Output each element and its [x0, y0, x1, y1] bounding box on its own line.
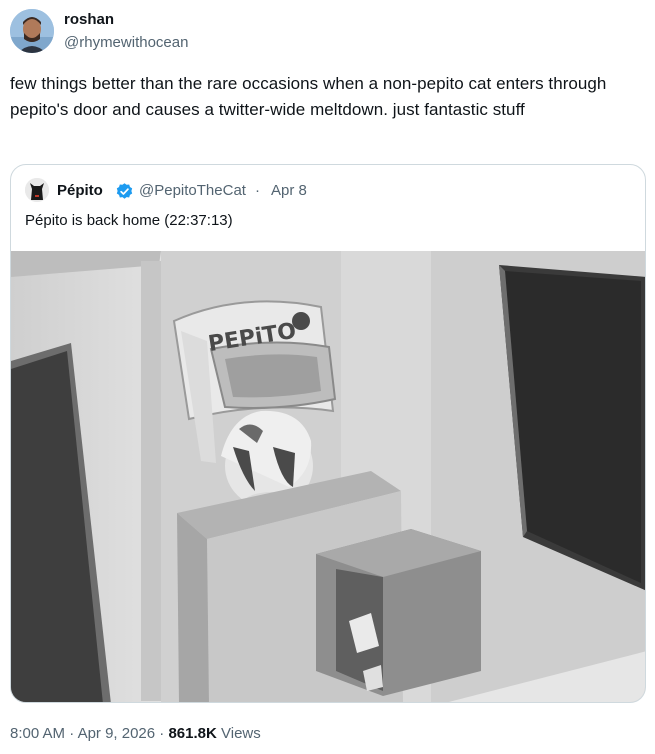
views-label: Views: [216, 725, 261, 742]
tweet-meta: 8:00 AM · Apr 9, 2026 · 861.8K Views: [10, 724, 261, 744]
quoted-author-handle[interactable]: @PepitoTheCat: [139, 181, 246, 201]
quoted-tweet-card[interactable]: Pépito @PepitoTheCat · Apr 8 Pépito is b…: [10, 164, 646, 703]
tweet-text: few things better than the rare occasion…: [10, 74, 607, 119]
tweet-date[interactable]: Apr 9, 2026: [78, 725, 156, 742]
quoted-tweet-text: Pépito is back home (22:37:13): [25, 212, 233, 229]
meta-separator: ·: [155, 725, 169, 742]
quoted-tweet-date[interactable]: Apr 8: [271, 181, 307, 201]
cat-avatar-image: [25, 178, 49, 202]
quoted-tweet-photo[interactable]: PEPiTO: [11, 251, 645, 702]
meta-separator: ·: [65, 725, 78, 742]
author-avatar[interactable]: [10, 9, 54, 53]
quoted-author-name[interactable]: Pépito: [57, 181, 103, 201]
tweet-time[interactable]: 8:00 AM: [10, 725, 65, 742]
views-count[interactable]: 861.8K: [168, 725, 216, 742]
author-name[interactable]: roshan: [64, 10, 114, 30]
verified-badge-icon: [116, 183, 133, 199]
author-handle[interactable]: @rhymewithocean: [64, 33, 188, 53]
separator-dot: ·: [255, 182, 260, 199]
cat-door-photo: PEPiTO: [11, 251, 645, 702]
quoted-author-avatar[interactable]: [25, 178, 49, 202]
author-avatar-image: [10, 9, 54, 53]
